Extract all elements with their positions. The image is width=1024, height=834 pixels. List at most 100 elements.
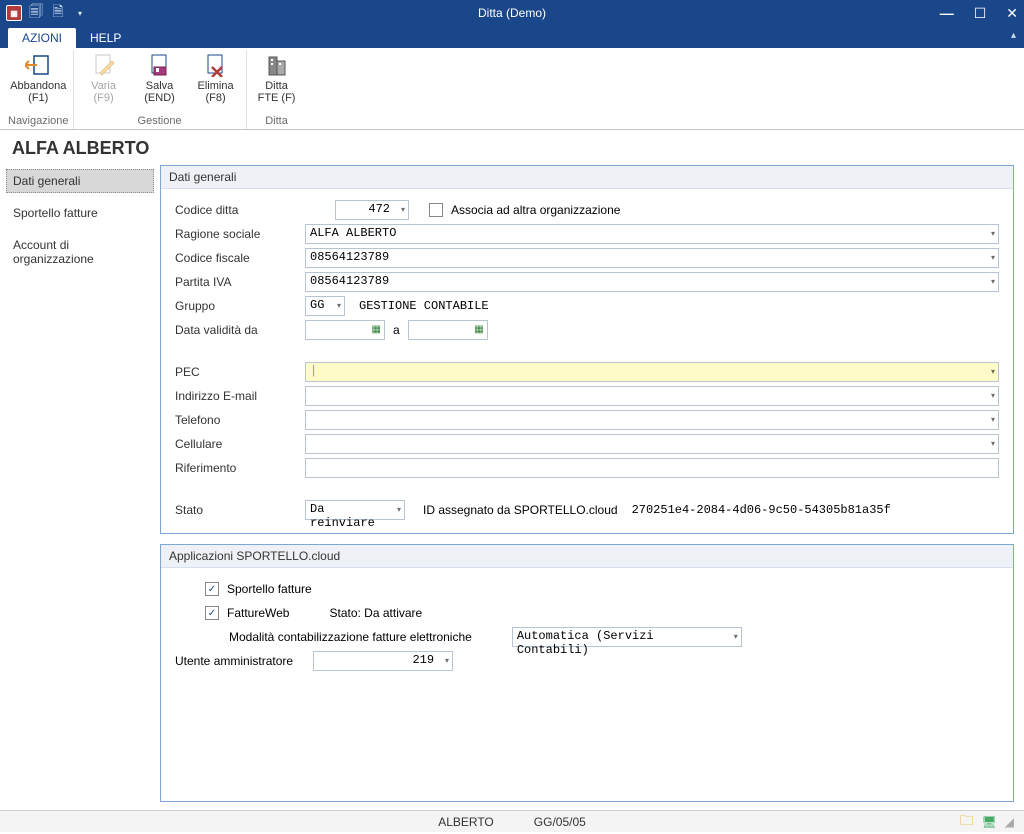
label-piva: Partita IVA: [175, 275, 305, 289]
chevron-down-icon: ▾: [991, 277, 995, 287]
sidebar-item-dati-generali[interactable]: Dati generali: [6, 169, 154, 193]
stato-value: Da reinviare: [310, 502, 375, 530]
qat-new-icon[interactable]: 🗐: [28, 5, 44, 21]
chevron-down-icon: ▾: [991, 391, 995, 401]
sportello-fatture-checkbox[interactable]: ✓: [205, 582, 219, 596]
chevron-down-icon: ▾: [337, 301, 341, 311]
sidebar: Dati generali Sportello fatture Account …: [0, 165, 160, 810]
close-button[interactable]: ✕: [1006, 5, 1018, 22]
email-field[interactable]: ▾: [305, 386, 999, 406]
dittafte-button[interactable]: DittaFTE (F): [251, 50, 303, 113]
label-modalita: Modalità contabilizzazione fatture elett…: [229, 630, 472, 644]
minimize-button[interactable]: —: [940, 5, 954, 22]
label-stato: Stato: [175, 503, 305, 517]
label-email: Indirizzo E-mail: [175, 389, 305, 403]
cf-value: 08564123789: [310, 250, 389, 264]
label-ragione: Ragione sociale: [175, 227, 305, 241]
sidebar-item-sportello-fatture[interactable]: Sportello fatture: [6, 201, 154, 225]
ribbon-group-gestione: Varia(F9) Salva(END) Elimina(F8) Gestion…: [74, 50, 247, 129]
qat-dropdown-icon[interactable]: ▾: [72, 5, 88, 21]
abbandona-sub: (F1): [28, 92, 48, 104]
salva-icon: [145, 52, 175, 78]
statusbar: ALBERTO GG/05/05 🗀 🖥 ◢: [0, 810, 1024, 832]
label-sportello-fatture: Sportello fatture: [227, 582, 312, 596]
folder-icon[interactable]: 🗀: [960, 810, 974, 834]
chevron-down-icon: ▾: [991, 253, 995, 263]
app-icon: ▦: [6, 5, 22, 21]
piva-field[interactable]: 08564123789▾: [305, 272, 999, 292]
sidebar-item-account-organizzazione[interactable]: Account di organizzazione: [6, 233, 154, 271]
varia-button: Varia(F9): [78, 50, 130, 113]
menu-tabs: AZIONI HELP ▴: [0, 26, 1024, 48]
tel-field[interactable]: ▾: [305, 410, 999, 430]
utente-admin-value: 219: [412, 653, 434, 667]
label-pec: PEC: [175, 365, 305, 379]
label-id-sportello: ID assegnato da SPORTELLO.cloud: [423, 503, 618, 517]
status-date: GG/05/05: [534, 815, 586, 829]
codice-ditta-field[interactable]: 472 ▾: [335, 200, 409, 220]
label-cf: Codice fiscale: [175, 251, 305, 265]
ragione-field[interactable]: ALFA ALBERTO▾: [305, 224, 999, 244]
tab-azioni[interactable]: AZIONI: [8, 28, 76, 48]
label-rif: Riferimento: [175, 461, 305, 475]
salva-label: Salva: [146, 80, 174, 92]
label-codice-ditta: Codice ditta: [175, 203, 305, 217]
codice-ditta-value: 472: [368, 202, 390, 216]
label-validita: Data validità da: [175, 323, 305, 337]
validita-a-field[interactable]: ▦: [408, 320, 488, 340]
pec-field[interactable]: |▾: [305, 362, 999, 382]
utente-admin-field[interactable]: 219▾: [313, 651, 453, 671]
panel-dati-generali: Dati generali Codice ditta 472▾ Associa …: [160, 165, 1014, 534]
content: Dati generali Codice ditta 472▾ Associa …: [160, 165, 1024, 810]
group-label-gestione: Gestione: [138, 115, 182, 127]
quick-access-toolbar: ▦ 🗐 🗎 ▾: [6, 5, 88, 21]
varia-label: Varia: [91, 80, 116, 92]
page-title: ALFA ALBERTO: [0, 130, 1024, 165]
chevron-down-icon: ▾: [991, 439, 995, 449]
ribbon-collapse-icon[interactable]: ▴: [1011, 30, 1016, 41]
ribbon-group-ditta: DittaFTE (F) Ditta: [247, 50, 307, 129]
gruppo-code-field[interactable]: GG ▾: [305, 296, 345, 316]
salva-sub: (END): [144, 92, 175, 104]
label-tel: Telefono: [175, 413, 305, 427]
cf-field[interactable]: 08564123789 ▾: [305, 248, 999, 268]
status-user: ALBERTO: [438, 815, 494, 829]
elimina-icon: [201, 52, 231, 78]
validita-da-field[interactable]: ▦: [305, 320, 385, 340]
modalita-field[interactable]: Automatica (Servizi Contabili)▾: [512, 627, 742, 647]
abbandona-label: Abbandona: [10, 80, 66, 92]
elimina-button[interactable]: Elimina(F8): [190, 50, 242, 113]
chevron-down-icon: ▾: [991, 229, 995, 239]
qat-export-icon[interactable]: 🗎: [50, 5, 66, 21]
abbandona-button[interactable]: Abbandona(F1): [12, 50, 64, 113]
salva-button[interactable]: Salva(END): [134, 50, 186, 113]
resize-grip-icon[interactable]: ◢: [1005, 815, 1014, 829]
label-utente-admin: Utente amministratore: [175, 654, 293, 668]
window-title: Ditta (Demo): [0, 6, 1024, 20]
tab-help[interactable]: HELP: [76, 28, 135, 48]
dittafte-sub: FTE (F): [258, 92, 296, 104]
group-label-ditta: Ditta: [265, 115, 288, 127]
gruppo-desc: GESTIONE CONTABILE: [359, 299, 489, 313]
group-label-navigazione: Navigazione: [8, 115, 69, 127]
ribbon: Abbandona(F1) Navigazione Varia(F9) Salv…: [0, 48, 1024, 130]
chevron-down-icon: ▾: [991, 415, 995, 425]
rif-field[interactable]: [305, 458, 999, 478]
panel-applicazioni: Applicazioni SPORTELLO.cloud ✓ Sportello…: [160, 544, 1014, 802]
fattureweb-checkbox[interactable]: ✓: [205, 606, 219, 620]
label-a: a: [393, 323, 400, 337]
chevron-down-icon: ▾: [991, 367, 995, 377]
id-sportello-value: 270251e4-2084-4d06-9c50-54305b81a35f: [632, 503, 891, 517]
chevron-down-icon: ▾: [401, 205, 405, 215]
cell-field[interactable]: ▾: [305, 434, 999, 454]
label-associa: Associa ad altra organizzazione: [451, 203, 620, 217]
monitor-icon[interactable]: 🖥: [982, 815, 997, 829]
associa-checkbox[interactable]: [429, 203, 443, 217]
calendar-icon: ▦: [372, 324, 381, 336]
stato-field[interactable]: Da reinviare▾: [305, 500, 405, 520]
panel-header-applicazioni: Applicazioni SPORTELLO.cloud: [161, 545, 1013, 568]
elimina-label: Elimina: [198, 80, 234, 92]
label-gruppo: Gruppo: [175, 299, 305, 313]
maximize-button[interactable]: ☐: [974, 5, 987, 22]
gruppo-code-value: GG: [310, 298, 324, 312]
